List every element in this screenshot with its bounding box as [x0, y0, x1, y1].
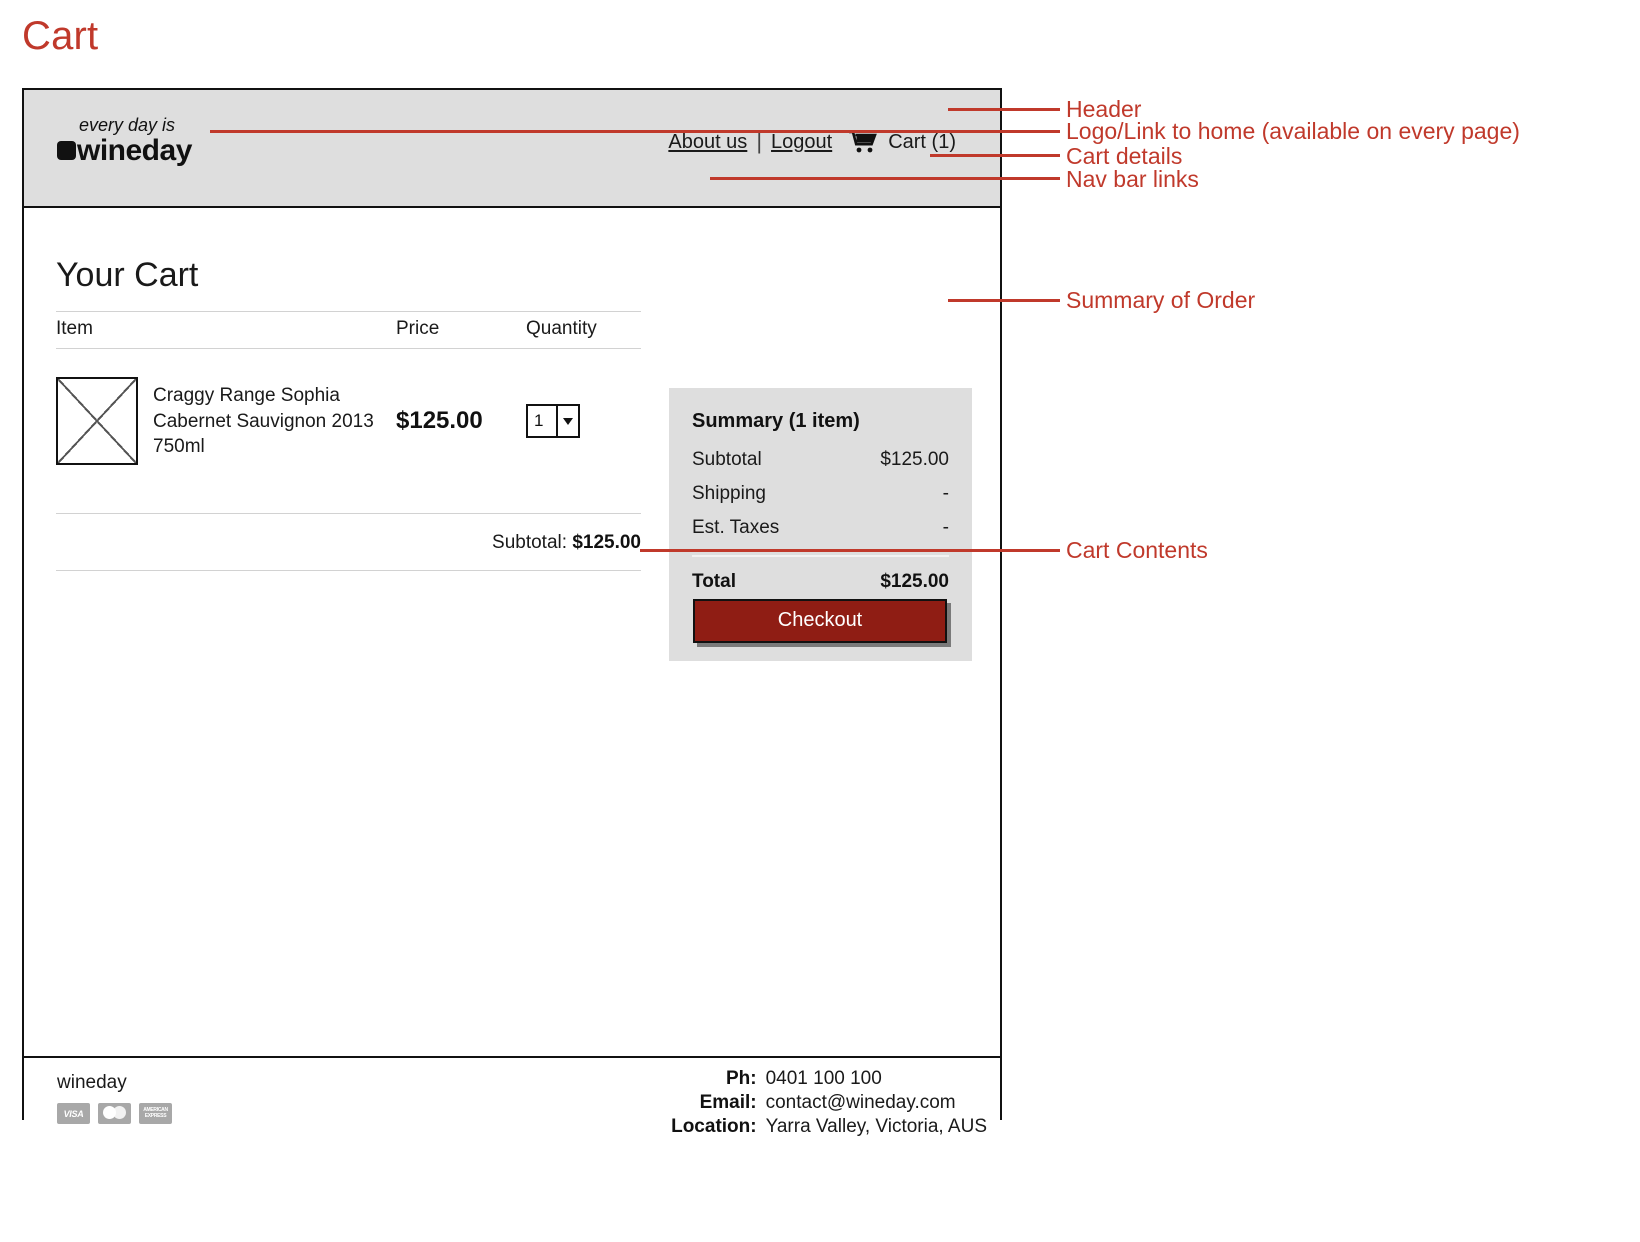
footer-contact: Ph: 0401 100 100 Email: contact@wineday.…: [671, 1068, 987, 1138]
logo-tagline: every day is: [79, 115, 176, 135]
summary-divider: [692, 555, 949, 557]
annotation-leader-logo: [210, 130, 1060, 133]
summary-row-taxes: Est. Taxes -: [692, 517, 949, 539]
page-title: Cart: [22, 14, 99, 58]
annotation-leader-header: [948, 108, 1060, 111]
cart-item-name: Craggy Range Sophia Cabernet Sauvignon 2…: [153, 385, 374, 458]
footer-location-value: Yarra Valley, Victoria, AUS: [765, 1116, 987, 1137]
annotation-summary: Summary of Order: [1066, 287, 1256, 313]
visa-icon: VISA: [57, 1103, 90, 1124]
cart-heading: Your Cart: [56, 256, 199, 294]
quantity-select[interactable]: 1: [526, 404, 580, 438]
shopping-cart-icon[interactable]: [848, 130, 878, 154]
summary-label-shipping: Shipping: [692, 483, 766, 504]
summary-label-subtotal: Subtotal: [692, 449, 762, 470]
nav-link-logout[interactable]: Logout: [771, 131, 832, 154]
order-summary: Summary (1 item) Subtotal $125.00 Shippi…: [669, 388, 972, 661]
footer-location-label: Location:: [671, 1116, 757, 1137]
cart-subtotal-value: $125.00: [572, 532, 641, 553]
cart-contents: Your Cart Item Price Quantity Craggy Ran…: [56, 256, 641, 571]
wireframe-window: every day is wineday About us | Logout C…: [22, 88, 1002, 1138]
logo-brand: wineday: [57, 136, 192, 166]
footer-brand: wineday: [57, 1072, 127, 1093]
annotation-leader-contents: [640, 549, 1060, 552]
chevron-down-icon[interactable]: [556, 406, 578, 436]
cart-subtotal-label: Subtotal:: [492, 532, 568, 553]
summary-value-shipping: -: [942, 483, 949, 504]
summary-label-taxes: Est. Taxes: [692, 517, 780, 538]
footer-email-label: Email:: [699, 1092, 757, 1113]
amex-icon: AMERICAN EXPRESS: [139, 1103, 172, 1124]
summary-value-subtotal: $125.00: [880, 449, 949, 470]
logo-brand-text: wineday: [77, 134, 192, 167]
nav-bar: About us | Logout Cart (1): [668, 130, 956, 154]
summary-row-total: Total $125.00: [692, 571, 949, 593]
cart-item-price: $125.00: [396, 407, 483, 434]
payment-icons: VISA AMERICAN EXPRESS: [57, 1103, 172, 1124]
nav-link-about-us[interactable]: About us: [668, 131, 747, 154]
square-mark-icon: [57, 141, 76, 160]
summary-value-taxes: -: [942, 517, 949, 538]
annotation-leader-nav: [710, 177, 1060, 180]
page-body: Your Cart Item Price Quantity Craggy Ran…: [24, 208, 1000, 1056]
cart-item-price-cell: $125.00: [396, 349, 526, 514]
summary-row-subtotal: Subtotal $125.00: [692, 449, 949, 471]
cart-table-header-row: Item Price Quantity: [56, 311, 641, 349]
cart-subtotal-row: Subtotal: $125.00: [56, 513, 641, 571]
footer-phone-label: Ph:: [725, 1068, 757, 1089]
cart-item-quantity-cell: 1: [526, 349, 641, 514]
quantity-value: 1: [534, 411, 544, 430]
logo-link-home[interactable]: every day is wineday: [57, 116, 192, 166]
annotation-leader-summary: [948, 299, 1060, 302]
site-header: every day is wineday About us | Logout C…: [24, 90, 1000, 208]
cart-item-cell: Craggy Range Sophia Cabernet Sauvignon 2…: [56, 349, 396, 514]
table-row: Craggy Range Sophia Cabernet Sauvignon 2…: [56, 349, 641, 514]
column-header-quantity: Quantity: [526, 311, 641, 349]
footer-phone-value: 0401 100 100: [765, 1068, 882, 1089]
footer-email-value: contact@wineday.com: [765, 1092, 956, 1113]
cart-count-label[interactable]: Cart (1): [888, 131, 956, 154]
summary-title: Summary (1 item): [692, 410, 860, 432]
annotation-leader-cart: [930, 154, 1060, 157]
annotation-logo: Logo/Link to home (available on every pa…: [1066, 118, 1520, 144]
cart-table: Item Price Quantity Craggy Range Sophia …: [56, 311, 641, 513]
checkout-button[interactable]: Checkout: [693, 599, 947, 643]
summary-row-shipping: Shipping -: [692, 483, 949, 505]
summary-label-total: Total: [692, 571, 736, 592]
annotation-nav: Nav bar links: [1066, 166, 1199, 192]
product-image-placeholder: [56, 377, 138, 465]
mastercard-icon: [98, 1103, 131, 1124]
site-footer: wineday VISA AMERICAN EXPRESS Ph: 0401 1…: [24, 1056, 1000, 1138]
annotation-contents: Cart Contents: [1066, 537, 1208, 563]
summary-value-total: $125.00: [880, 571, 949, 592]
column-header-item: Item: [56, 311, 396, 349]
column-header-price: Price: [396, 311, 526, 349]
nav-separator: |: [756, 129, 763, 154]
